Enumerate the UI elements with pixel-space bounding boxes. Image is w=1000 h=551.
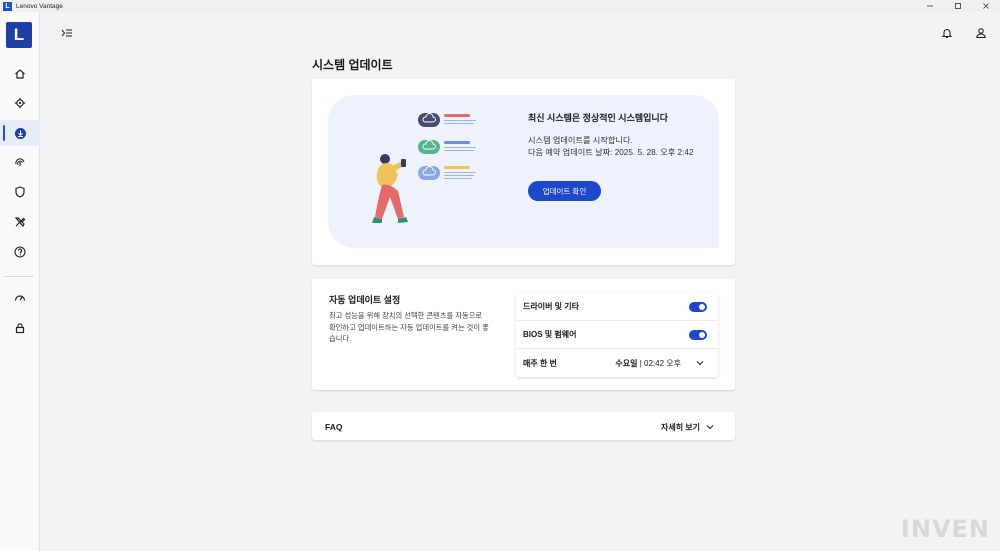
sidebar-item-security[interactable] (0, 179, 40, 205)
status-title: 최신 시스템은 정상적인 시스템입니다 (528, 113, 668, 123)
maximize-button[interactable] (944, 0, 972, 12)
sidebar: L (0, 12, 40, 551)
gear-icon (14, 97, 26, 109)
bios-update-label: BIOS 및 펌웨어 (523, 330, 577, 339)
driver-update-toggle[interactable] (689, 301, 707, 312)
page-title: 시스템 업데이트 (312, 58, 393, 72)
sidebar-item-support[interactable] (0, 239, 40, 265)
schedule-frequency: 매주 한 번 (523, 358, 557, 368)
bell-icon (941, 29, 953, 39)
status-card: 최신 시스템은 정상적인 시스템입니다 시스템 업데이트를 시작합니다. 다음 … (312, 79, 735, 265)
faq-more-link[interactable]: 자세히 보기 (661, 422, 700, 433)
sidebar-item-settings[interactable] (0, 90, 40, 116)
help-icon (14, 246, 26, 258)
account-button[interactable] (972, 24, 990, 42)
sidebar-divider (4, 276, 34, 277)
schedule-day: 수요일 (615, 358, 638, 368)
chevron-down-icon (696, 361, 704, 366)
bios-update-toggle[interactable] (689, 329, 707, 340)
window-controls (916, 0, 1000, 12)
user-icon (976, 28, 986, 39)
status-hero-panel: 최신 시스템은 정상적인 시스템입니다 시스템 업데이트를 시작합니다. 다음 … (328, 95, 719, 248)
bios-update-row: BIOS 및 펌웨어 (516, 321, 718, 349)
sidebar-item-system-update[interactable] (0, 120, 40, 146)
driver-update-label: 드라이버 및 기타 (523, 302, 579, 311)
title-bar: L Lenovo Vantage (0, 0, 1000, 12)
sidebar-item-tools[interactable] (0, 209, 40, 235)
auto-update-description: 최고 성능을 위해 장치의 선택한 콘텐츠를 자동으로 확인하고 업데이트하는 … (329, 311, 489, 343)
schedule-time[interactable]: 수요일 | 02:42 오후 (615, 358, 681, 369)
inven-watermark: INVEN (900, 515, 990, 543)
check-updates-button[interactable]: 업데이트 확인 (528, 181, 601, 201)
faq-label: FAQ (325, 422, 343, 432)
home-icon (15, 69, 25, 79)
minimize-icon (927, 5, 933, 7)
menu-toggle-button[interactable] (58, 24, 76, 42)
sidebar-item-biometrics[interactable] (0, 149, 40, 175)
maximize-icon (955, 3, 961, 9)
download-icon (14, 127, 26, 139)
faq-expand[interactable] (705, 422, 715, 432)
chevron-down-icon (706, 425, 714, 430)
driver-update-row: 드라이버 및 기타 (516, 293, 718, 321)
gauge-icon (14, 295, 26, 301)
schedule-clock: 02:42 오후 (644, 358, 681, 368)
close-icon (983, 3, 989, 9)
tools-icon (14, 217, 26, 228)
notifications-button[interactable] (938, 24, 956, 42)
schedule-dropdown[interactable] (695, 358, 705, 368)
shield-icon (15, 186, 25, 198)
lenovo-logo[interactable]: L (6, 22, 32, 48)
sidebar-item-performance[interactable] (0, 285, 40, 311)
update-illustration (372, 113, 476, 223)
sidebar-item-home[interactable] (0, 61, 40, 87)
next-update-date: 다음 예약 업데이트 날짜: 2025. 5. 28. 오후 2:42 (528, 148, 694, 157)
faq-card[interactable]: FAQ 자세히 보기 (312, 412, 735, 440)
app-logo-icon: L (3, 1, 12, 11)
auto-update-card: 자동 업데이트 설정 최고 성능을 위해 장치의 선택한 콘텐츠를 자동으로 확… (312, 279, 735, 390)
status-message: 시스템 업데이트를 시작합니다. (528, 136, 633, 145)
sidebar-item-privacy[interactable] (0, 315, 40, 341)
lock-icon (15, 323, 25, 334)
minimize-button[interactable] (916, 0, 944, 12)
schedule-row[interactable]: 매주 한 번 수요일 | 02:42 오후 (516, 349, 718, 377)
fingerprint-icon (15, 158, 25, 166)
auto-update-settings: 드라이버 및 기타 BIOS 및 펌웨어 매주 한 번 수요일 | 02:42 … (516, 293, 718, 377)
window-title: Lenovo Vantage (16, 2, 63, 10)
close-button[interactable] (972, 0, 1000, 12)
auto-update-title: 자동 업데이트 설정 (329, 295, 401, 305)
collapse-menu-icon (61, 29, 72, 37)
